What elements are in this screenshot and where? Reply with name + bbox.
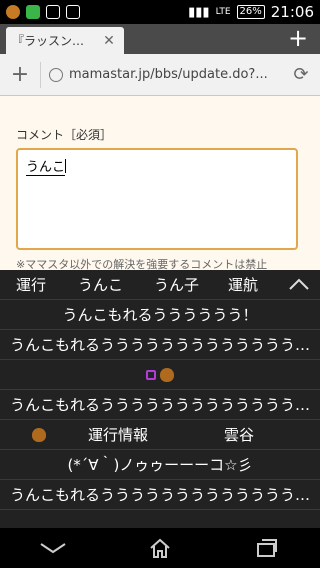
ime-top-candidates: 運行 うんこ うん子 運航 bbox=[0, 270, 320, 300]
signal-icon: ▮▮▮ bbox=[188, 4, 210, 20]
battery-icon: 26% bbox=[236, 5, 265, 19]
ime-candidate[interactable]: 運航 bbox=[228, 274, 258, 295]
status-time: 21:06 bbox=[270, 3, 314, 21]
recents-icon bbox=[256, 539, 277, 557]
status-bar: ▮▮▮ LTE 26% 21:06 bbox=[0, 0, 320, 24]
comment-input-text: うんこ bbox=[26, 160, 66, 176]
tab-bar: 『ラッスン… ✕ + bbox=[0, 24, 320, 54]
comment-textarea[interactable]: うんこ bbox=[16, 148, 298, 250]
ime-row-text: うんこもれるううううううううううううう… bbox=[9, 486, 310, 504]
poop-emoji-icon bbox=[160, 367, 174, 382]
ime-candidate[interactable]: 運行 bbox=[16, 274, 46, 295]
text-cursor bbox=[65, 159, 67, 173]
notification-icons bbox=[6, 5, 80, 19]
ime-row-emoji[interactable] bbox=[0, 360, 320, 390]
ime-candidate[interactable]: うんこ bbox=[78, 274, 123, 295]
browser-tab[interactable]: 『ラッスン… ✕ bbox=[6, 27, 124, 54]
ime-row-text: うんこもれるううううううううううううう… bbox=[9, 396, 310, 414]
collapse-chevron-icon[interactable] bbox=[288, 274, 310, 296]
app-notification-icon bbox=[6, 5, 20, 19]
page-content: コメント［必須］ うんこ ※ママスタ以外での解決を強要するコメントは禁止 bbox=[0, 96, 320, 271]
ime-candidate[interactable]: 雲谷 bbox=[224, 424, 254, 445]
network-type: LTE bbox=[215, 7, 231, 17]
ime-row[interactable]: うんこもれるうううううう！ bbox=[0, 300, 320, 330]
reload-icon[interactable]: ⟳ bbox=[290, 64, 312, 86]
line-icon bbox=[26, 5, 40, 19]
ime-row[interactable]: (*´∀｀)ノゥゥーーーコ☆彡 bbox=[0, 450, 320, 480]
tab-title: 『ラッスン… bbox=[12, 34, 85, 48]
url-field[interactable]: mamastar.jp/bbs/update.do?... bbox=[69, 67, 290, 82]
download-icon bbox=[66, 5, 80, 19]
ime-candidate[interactable]: うん子 bbox=[154, 274, 199, 295]
add-bookmark-plus-icon[interactable]: + bbox=[8, 62, 32, 87]
address-divider bbox=[40, 61, 41, 88]
home-icon bbox=[150, 538, 170, 558]
globe-icon bbox=[49, 67, 63, 82]
address-bar: + mamastar.jp/bbs/update.do?... ⟳ bbox=[0, 54, 320, 96]
navigation-bar bbox=[0, 528, 320, 568]
ime-row[interactable]: うんこもれるううううううううううううう… bbox=[0, 330, 320, 360]
image-icon bbox=[46, 5, 60, 19]
back-chevron-icon bbox=[40, 543, 66, 554]
close-icon[interactable]: ✕ bbox=[100, 33, 118, 49]
comment-label: コメント［必須］ bbox=[16, 128, 113, 142]
ime-candidate[interactable]: 運行情報 bbox=[88, 424, 148, 445]
new-tab-plus-icon[interactable]: + bbox=[286, 26, 310, 51]
ime-row[interactable]: うんこもれるううううううううううううう… bbox=[0, 480, 320, 510]
ime-row-multi: 運行情報 雲谷 bbox=[0, 420, 320, 450]
home-button[interactable] bbox=[140, 533, 180, 563]
back-button[interactable] bbox=[33, 533, 73, 563]
purple-smiley-icon bbox=[146, 369, 156, 380]
status-right: ▮▮▮ LTE 26% 21:06 bbox=[188, 3, 314, 21]
ime-row-text: (*´∀｀)ノゥゥーーーコ☆彡 bbox=[67, 456, 253, 474]
ime-row[interactable]: うんこもれるううううううううううううう… bbox=[0, 390, 320, 420]
poop-emoji-icon[interactable] bbox=[32, 428, 46, 442]
ime-row-text: うんこもれるうううううう！ bbox=[62, 306, 258, 324]
ime-row-text: うんこもれるううううううううううううう… bbox=[9, 336, 310, 354]
recents-button[interactable] bbox=[247, 533, 287, 563]
ime-candidates-panel: 運行 うんこ うん子 運航 うんこもれるうううううう！ うんこもれるうううううう… bbox=[0, 270, 320, 528]
